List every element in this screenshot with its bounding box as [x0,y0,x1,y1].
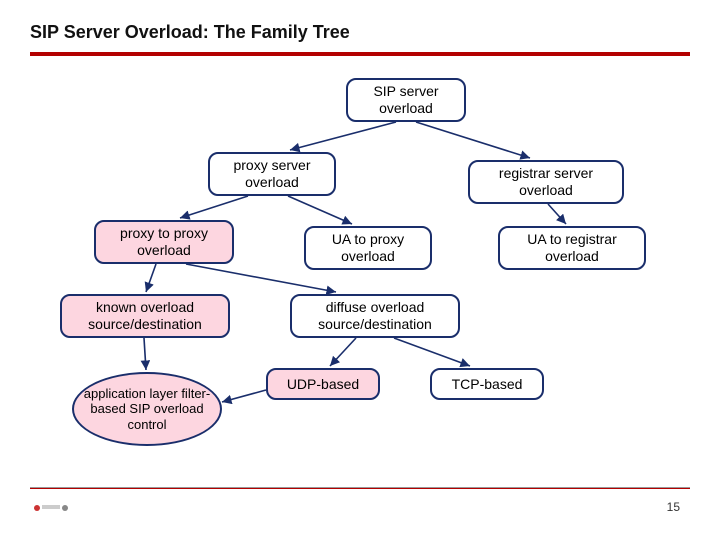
slide-title: SIP Server Overload: The Family Tree [30,22,350,43]
footer-logo [34,498,68,516]
node-root: SIP server overload [346,78,466,122]
node-udp-based: UDP-based [266,368,380,400]
node-app-layer: application layer filter-based SIP overl… [72,372,222,446]
node-proxy-to-proxy: proxy to proxy overload [94,220,234,264]
node-ua-to-proxy: UA to proxy overload [304,226,432,270]
node-diffuse-src: diffuse overload source/destination [290,294,460,338]
node-ua-to-registrar: UA to registrar overload [498,226,646,270]
footer-rule [30,487,690,489]
node-registrar-server: registrar server overload [468,160,624,204]
node-known-src: known overload source/destination [60,294,230,338]
page-number: 15 [667,500,680,514]
node-proxy-server: proxy server overload [208,152,336,196]
title-rule [30,52,690,56]
node-tcp-based: TCP-based [430,368,544,400]
